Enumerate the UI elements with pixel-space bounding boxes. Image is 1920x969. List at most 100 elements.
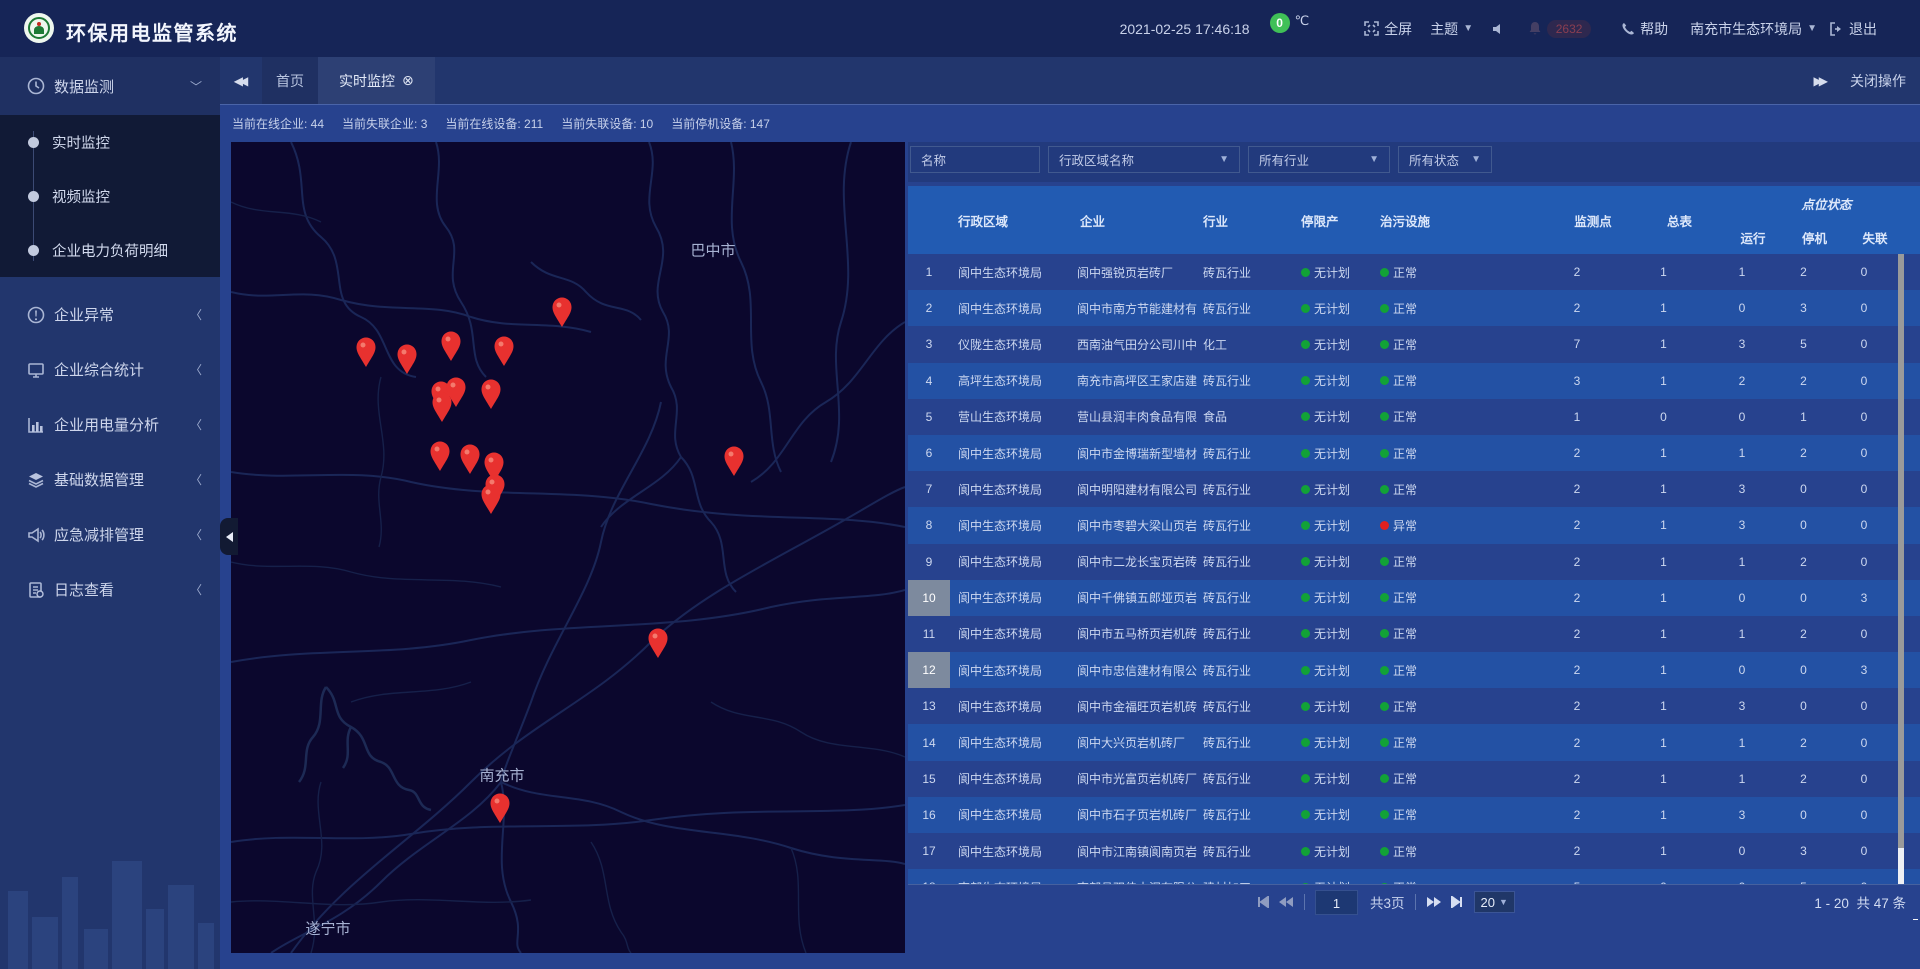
table-row-7[interactable]: 7阆中生态环境局阆中明阳建材有限公司砖瓦行业无计划正常21300 — [908, 471, 1920, 507]
first-page-icon[interactable] — [1256, 896, 1270, 908]
theme-dropdown[interactable]: 主题▼ — [1430, 19, 1473, 39]
sidebar-subitem-label: 视频监控 — [52, 186, 110, 207]
notification-count-badge: 2632 — [1547, 20, 1591, 38]
map-pin-10[interactable] — [431, 442, 450, 472]
table-row-9[interactable]: 9阆中生态环境局阆中市二龙长宝页岩砖砖瓦行业无计划正常21120 — [908, 544, 1920, 580]
cell-pollution-facility: 正常 — [1375, 471, 1534, 507]
tabs-scroll-left-icon[interactable]: ◀◀ — [220, 57, 262, 104]
fullscreen-button[interactable]: 全屏 — [1364, 19, 1412, 39]
tab-close-icon[interactable]: ⊗ — [402, 72, 414, 89]
tabs-scroll-right-icon[interactable]: ▶▶ — [1814, 74, 1824, 88]
table-scrollbar[interactable] — [1898, 254, 1904, 888]
name-filter-input[interactable]: 名称 — [910, 146, 1040, 173]
cell-company: 阆中市金福旺页岩机砖 — [1075, 688, 1197, 724]
cell-industry: 砖瓦行业 — [1197, 544, 1295, 580]
map-pin-7[interactable] — [433, 393, 452, 423]
cell-stopped: 5 — [1777, 869, 1830, 884]
collapse-arrow-icon — [226, 532, 233, 542]
map-pin-14[interactable] — [482, 485, 501, 515]
sidebar-group-0[interactable]: 数据监测﹀ — [0, 57, 220, 115]
row-number: 5 — [908, 399, 950, 435]
cell-monitor-points: 7 — [1534, 326, 1620, 362]
cell-pollution-facility: 正常 — [1375, 435, 1534, 471]
table-row-1[interactable]: 1阆中生态环境局阆中强锐页岩砖厂砖瓦行业无计划正常21120 — [908, 254, 1920, 290]
map-pin-4[interactable] — [495, 337, 514, 367]
table-row-4[interactable]: 4高坪生态环境局南充市高坪区王家店建砖瓦行业无计划正常31220 — [908, 363, 1920, 399]
map-pin-15[interactable] — [649, 629, 668, 659]
cell-pollution-facility: 正常 — [1375, 616, 1534, 652]
logout-button[interactable]: 退出 — [1829, 19, 1877, 39]
table-row-12[interactable]: 12阆中生态环境局阆中市忠信建材有限公砖瓦行业无计划正常21003 — [908, 652, 1920, 688]
sidebar-group-6[interactable]: 日志查看〈 — [0, 562, 220, 617]
table-row-17[interactable]: 17阆中生态环境局阆中市江南镇阆南页岩砖瓦行业无计划正常21030 — [908, 833, 1920, 869]
table-row-5[interactable]: 5营山生态环境局营山县润丰肉食品有限食品无计划正常10010 — [908, 399, 1920, 435]
fullscreen-icon — [1364, 21, 1379, 36]
cell-company: 阆中大兴页岩机砖厂 — [1075, 724, 1197, 760]
scrollbar-thumb[interactable] — [1898, 254, 1904, 848]
map-collapse-handle[interactable] — [220, 518, 238, 555]
cell-company: 阆中市金博瑞新型墙材 — [1075, 435, 1197, 471]
table-row-16[interactable]: 16阆中生态环境局阆中市石子页岩机砖厂砖瓦行业无计划正常21300 — [908, 797, 1920, 833]
map-pin-9[interactable] — [725, 447, 744, 477]
sidebar-group-5[interactable]: 应急减排管理〈 — [0, 507, 220, 562]
cell-run: 0 — [1707, 869, 1777, 884]
cell-admin-region: 阆中生态环境局 — [950, 797, 1075, 833]
status-dot-icon — [1301, 340, 1310, 349]
table-row-2[interactable]: 2阆中生态环境局阆中市南方节能建材有砖瓦行业无计划正常21030 — [908, 290, 1920, 326]
sidebar-group-2[interactable]: 企业综合统计〈 — [0, 342, 220, 397]
notification-bell[interactable]: 2632 — [1528, 20, 1591, 38]
map-pin-16[interactable] — [491, 794, 510, 824]
status-dot-icon — [1380, 774, 1389, 783]
map-pin-1[interactable] — [357, 338, 376, 368]
region-filter-select[interactable]: 行政区域名称▼ — [1048, 146, 1240, 173]
table-row-13[interactable]: 13阆中生态环境局阆中市金福旺页岩机砖砖瓦行业无计划正常21300 — [908, 688, 1920, 724]
industry-filter-select[interactable]: 所有行业▼ — [1248, 146, 1390, 173]
cell-company: 阆中市二龙长宝页岩砖 — [1075, 544, 1197, 580]
chevron-left-icon: 〈 — [190, 306, 202, 323]
map-panel[interactable]: 巴中市南充市遂宁市 — [231, 142, 905, 953]
cell-stopped: 0 — [1777, 652, 1830, 688]
map-pin-3[interactable] — [442, 332, 461, 362]
map-pin-8[interactable] — [482, 380, 501, 410]
page-size-select[interactable]: 20▼ — [1474, 891, 1515, 913]
table-row-6[interactable]: 6阆中生态环境局阆中市金博瑞新型墙材砖瓦行业无计划正常21120 — [908, 435, 1920, 471]
cell-pollution-facility: 正常 — [1375, 869, 1534, 884]
sidebar-group-icon — [26, 526, 46, 544]
sidebar-subitem-1[interactable]: 视频监控 — [0, 169, 220, 223]
next-page-icon[interactable] — [1426, 896, 1442, 908]
mute-icon[interactable] — [1491, 22, 1505, 36]
sidebar-subitem-2[interactable]: 企业电力负荷明细 — [0, 223, 220, 277]
sidebar-group-3[interactable]: 企业用电量分析〈 — [0, 397, 220, 452]
table-row-8[interactable]: 8阆中生态环境局阆中市枣碧大梁山页岩砖瓦行业无计划异常21300 — [908, 507, 1920, 543]
sidebar-subitem-0[interactable]: 实时监控 — [0, 115, 220, 169]
map-pin-0[interactable] — [553, 298, 572, 328]
tab-home[interactable]: 首页 — [262, 57, 318, 104]
sidebar-group-label: 日志查看 — [54, 579, 114, 600]
map-pin-11[interactable] — [461, 445, 480, 475]
close-operations-button[interactable]: 关闭操作 — [1850, 71, 1906, 91]
row-number: 13 — [908, 688, 950, 724]
cell-admin-region: 阆中生态环境局 — [950, 254, 1075, 290]
help-button[interactable]: 帮助 — [1621, 19, 1668, 39]
cell-monitor-points: 2 — [1534, 652, 1620, 688]
status-dot-icon — [1301, 412, 1310, 421]
tab-realtime-monitor[interactable]: 实时监控 ⊗ — [318, 57, 435, 104]
status-dot-icon — [1380, 304, 1389, 313]
col-group-point-status: 点位状态 — [1707, 186, 1898, 220]
cell-industry: 砖瓦行业 — [1197, 254, 1295, 290]
table-row-14[interactable]: 14阆中生态环境局阆中大兴页岩机砖厂砖瓦行业无计划正常21120 — [908, 724, 1920, 760]
org-dropdown[interactable]: 南充市生态环境局▼ — [1690, 19, 1817, 39]
sidebar-group-4[interactable]: 基础数据管理〈 — [0, 452, 220, 507]
table-row-15[interactable]: 15阆中生态环境局阆中市光富页岩机砖厂砖瓦行业无计划正常21120 — [908, 761, 1920, 797]
table-row-3[interactable]: 3仪陇生态环境局西南油气田分公司川中化工无计划正常71350 — [908, 326, 1920, 362]
status-filter-select[interactable]: 所有状态▼ — [1398, 146, 1492, 173]
page-number-input[interactable]: 1 — [1315, 890, 1358, 915]
table-row-11[interactable]: 11阆中生态环境局阆中市五马桥页岩机砖砖瓦行业无计划正常21120 — [908, 616, 1920, 652]
table-row-10[interactable]: 10阆中生态环境局阆中千佛镇五郎垭页岩砖瓦行业无计划正常21003 — [908, 580, 1920, 616]
sidebar-group-1[interactable]: 企业异常〈 — [0, 287, 220, 342]
table-row-18[interactable]: 18南部生态环境局南部县双佳水泥有限公建材加工无计划正常50050 — [908, 869, 1920, 884]
col-lost: 失联 — [1830, 220, 1898, 254]
cell-total-meter: 0 — [1620, 869, 1707, 884]
last-page-icon[interactable] — [1450, 896, 1464, 908]
prev-page-icon[interactable] — [1278, 896, 1294, 908]
